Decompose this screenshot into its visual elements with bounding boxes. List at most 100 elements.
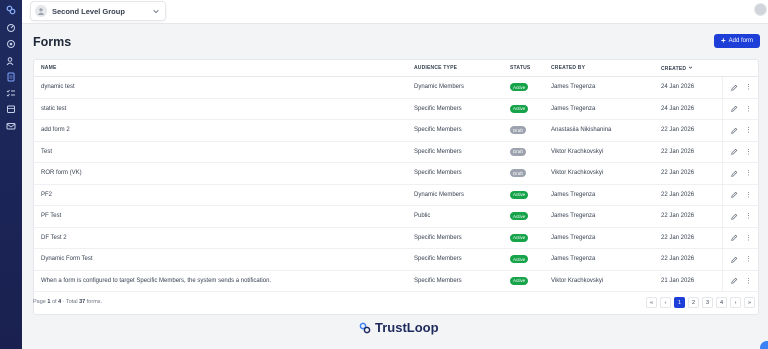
next-page-button[interactable]: ›: [730, 297, 741, 308]
column-header-status[interactable]: STATUS: [510, 65, 530, 71]
audience-type: Specific Members: [414, 105, 462, 112]
table-row[interactable]: dynamic test Dynamic Members Active James T…: [34, 77, 758, 99]
audience-type: Specific Members: [414, 127, 462, 133]
page-button-4[interactable]: 4: [716, 297, 727, 308]
last-page-button[interactable]: »: [744, 297, 755, 308]
more-options-icon[interactable]: ⋮: [744, 277, 753, 286]
mail-icon[interactable]: [5, 120, 17, 132]
table-row[interactable]: PF2 Dynamic Members Active James Tregenza 22…: [34, 184, 758, 206]
form-name[interactable]: PF2: [41, 192, 52, 198]
created-by: James Tregenza: [551, 84, 596, 90]
page-title: Forms: [33, 35, 72, 49]
edit-icon[interactable]: [729, 191, 738, 200]
more-options-icon[interactable]: ⋮: [744, 169, 753, 178]
form-name[interactable]: add form 2: [41, 127, 70, 133]
row-actions: ⋮: [722, 227, 758, 249]
table-row[interactable]: DF Test 2 Specific Members Active James Tre…: [34, 227, 758, 249]
more-options-icon[interactable]: ⋮: [744, 105, 753, 114]
chevron-down-icon: [151, 6, 161, 16]
column-header-audience[interactable]: AUDIENCE TYPE: [414, 65, 457, 71]
members-icon[interactable]: [5, 55, 17, 67]
table-row[interactable]: static test Specific Members Active James T…: [34, 98, 758, 120]
status-badge: Active: [510, 104, 529, 113]
audience-type: Dynamic Members: [414, 191, 465, 198]
created-date: 22 Jan 2026: [661, 148, 695, 155]
edit-icon[interactable]: [729, 212, 738, 221]
group-avatar-icon: [35, 5, 47, 17]
audience-type: Specific Members: [414, 277, 462, 284]
table-row[interactable]: Dynamic Form Test Specific Members Active J…: [34, 249, 758, 271]
edit-icon[interactable]: [729, 169, 738, 178]
table-row[interactable]: When a form is configured to target Spec…: [34, 270, 758, 292]
forms-icon[interactable]: [5, 71, 17, 83]
settings-icon[interactable]: [5, 38, 17, 50]
created-by: James Tregenza: [551, 191, 596, 198]
archive-icon[interactable]: [5, 103, 17, 115]
created-date: 22 Jan 2026: [661, 234, 695, 241]
more-options-icon[interactable]: ⋮: [744, 255, 753, 264]
more-options-icon[interactable]: ⋮: [744, 83, 753, 92]
audience-type: Dynamic Members: [414, 84, 465, 90]
column-header-created[interactable]: CREATED: [661, 65, 693, 72]
form-name[interactable]: PF Test: [41, 213, 61, 219]
row-actions: ⋮: [722, 163, 758, 184]
edit-icon[interactable]: [729, 234, 738, 243]
add-form-button[interactable]: + Add form: [714, 34, 760, 48]
table-row[interactable]: Test Specific Members Draft Viktor Krachkov…: [34, 141, 758, 163]
help-bubble[interactable]: [760, 341, 768, 349]
trustloop-logo-icon: [359, 322, 371, 333]
created-date: 22 Jan 2026: [661, 191, 695, 198]
checklist-icon[interactable]: [5, 87, 17, 99]
sort-down-icon: [688, 66, 693, 69]
status-badge: Draft: [510, 126, 526, 134]
page-button-1[interactable]: 1: [674, 297, 685, 308]
prev-page-button[interactable]: ‹: [660, 297, 671, 308]
form-name[interactable]: Dynamic Form Test: [41, 256, 93, 262]
created-by: James Tregenza: [551, 213, 596, 219]
logo-icon[interactable]: [5, 4, 17, 16]
created-date: 24 Jan 2026: [661, 105, 695, 112]
more-options-icon[interactable]: ⋮: [744, 212, 753, 221]
group-selector[interactable]: Second Level Group: [30, 1, 166, 21]
more-options-icon[interactable]: ⋮: [744, 191, 753, 200]
status-badge: Active: [510, 190, 529, 199]
created-by: Viktor Krachkovskyi: [551, 277, 604, 284]
more-options-icon[interactable]: ⋮: [744, 126, 753, 135]
form-name[interactable]: ROR form (VK): [41, 170, 82, 176]
row-actions: ⋮: [722, 270, 758, 292]
table-header: NAME AUDIENCE TYPE STATUS CREATED BY CRE…: [34, 60, 758, 77]
edit-icon[interactable]: [729, 277, 738, 286]
created-by: Viktor Krachkovskyi: [551, 148, 604, 155]
edit-icon[interactable]: [729, 105, 738, 114]
table-row[interactable]: PF Test Public Active James Tregenza 22 Jan …: [34, 206, 758, 228]
form-name[interactable]: static test: [41, 106, 66, 112]
page-button-3[interactable]: 3: [702, 297, 713, 308]
edit-icon[interactable]: [729, 126, 738, 135]
status-badge: Active: [510, 276, 529, 285]
page-button-2[interactable]: 2: [688, 297, 699, 308]
table-row[interactable]: add form 2 Specific Members Draft Anastasii…: [34, 120, 758, 142]
status-badge: Active: [510, 83, 529, 91]
form-name[interactable]: dynamic test: [41, 84, 75, 90]
audience-type: Specific Members: [414, 234, 462, 241]
more-options-icon[interactable]: ⋮: [744, 148, 753, 157]
user-avatar[interactable]: [754, 3, 767, 16]
form-name[interactable]: DF Test 2: [41, 235, 67, 241]
edit-icon[interactable]: [729, 255, 738, 264]
form-name[interactable]: When a form is configured to target Spec…: [41, 278, 271, 284]
column-header-created-by[interactable]: CREATED BY: [551, 65, 585, 71]
edit-icon[interactable]: [729, 148, 738, 157]
audience-type: Specific Members: [414, 170, 462, 176]
status-badge: Draft: [510, 147, 526, 156]
created-date: 21 Jan 2026: [661, 277, 695, 284]
created-date: 22 Jan 2026: [661, 213, 695, 219]
dashboard-icon[interactable]: [5, 22, 17, 34]
group-name: Second Level Group: [52, 6, 125, 16]
edit-icon[interactable]: [729, 83, 738, 92]
table-row[interactable]: ROR form (VK) Specific Members Draft Viktor…: [34, 163, 758, 185]
column-header-name[interactable]: NAME: [41, 65, 57, 71]
form-name[interactable]: Test: [41, 149, 52, 155]
status-badge: Active: [510, 212, 529, 220]
more-options-icon[interactable]: ⋮: [744, 234, 753, 243]
first-page-button[interactable]: «: [646, 297, 657, 308]
